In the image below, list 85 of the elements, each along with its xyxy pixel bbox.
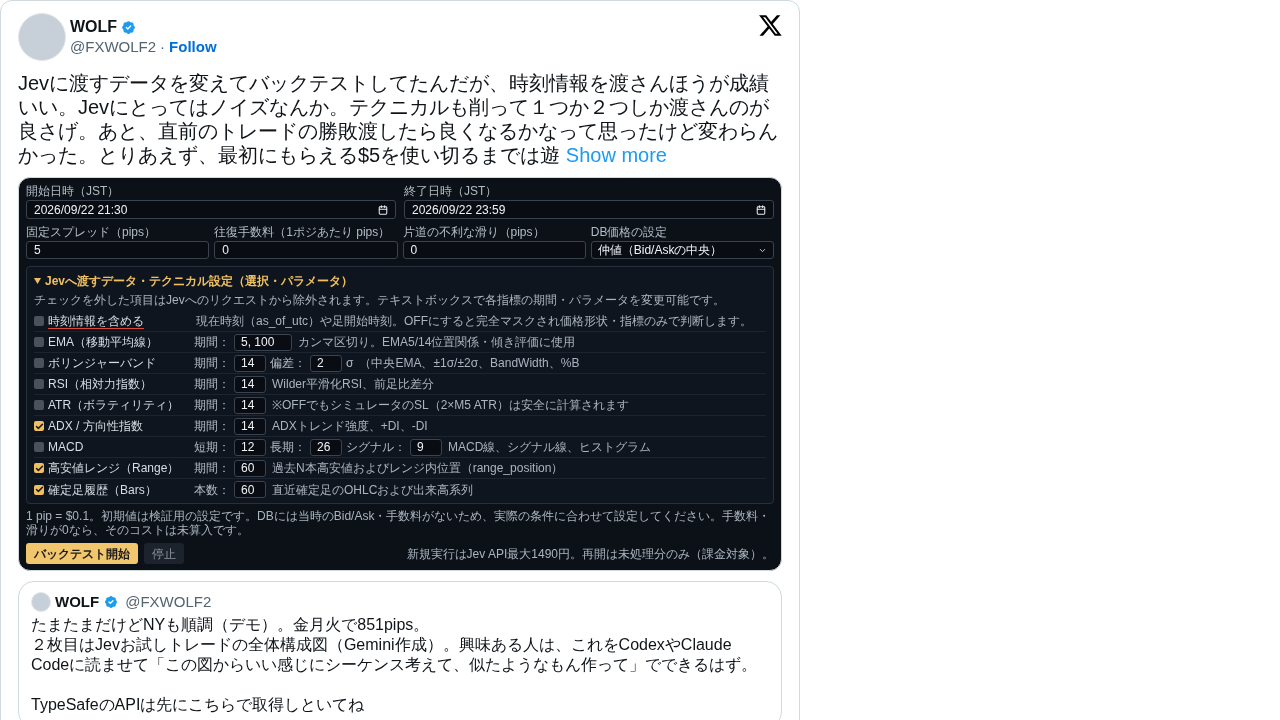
option-description: Wilder平滑化RSI、前足比差分 (272, 377, 434, 391)
option-label: 時刻情報を含める (48, 313, 144, 329)
param-input[interactable]: 60 (234, 481, 266, 498)
option-description: （中央EMA、±1σ/±2σ、BandWidth、%B (359, 356, 580, 370)
field-label: 往復手数料（1ポジあたり pips） (214, 225, 392, 239)
param-input[interactable]: 60 (234, 459, 266, 477)
field-label: 終了日時（JST） (404, 184, 499, 198)
param-unit: σ (346, 356, 354, 370)
checkmark-icon (34, 485, 44, 494)
field-label: 固定スプレッド（pips） (26, 225, 157, 239)
number-input[interactable]: 5 (26, 241, 210, 259)
param-label: 期間： (194, 335, 230, 349)
option-label: ADX / 方向性指数 (48, 419, 143, 433)
field-label: 片道の不利な滑り（pips） (402, 225, 546, 239)
checkbox[interactable] (34, 484, 44, 495)
param-input[interactable]: 2 (310, 354, 342, 372)
option-label: MACD (48, 440, 84, 454)
author-handle[interactable]: @FXWOLF2 (70, 37, 157, 57)
quoted-tweet-text: ２枚目はJevお試しトレードの全体構成図（Gemini作成）。興味ある人は、これをCodexやClaude Codeに読ませて「この図からいい感じにシーケンス考えて、似たようなもん作って」でできるはず。 (31, 635, 759, 675)
checkbox[interactable] (34, 463, 44, 473)
author-handle: @FXWOLF2 (125, 592, 212, 612)
option-label: EMA（移動平均線） (48, 335, 158, 349)
follow-link[interactable]: Follow (169, 37, 217, 57)
option-label: ボリンジャーバンド (48, 356, 156, 370)
date-input[interactable]: 2026/09/22 21:30 (26, 200, 396, 219)
panel-note: チェックを外した項目はJevへのリクエストから除外されます。テキストボックスで各指標の期間・パラメータを変更可能です。 (34, 293, 726, 307)
field-label: 開始日時（JST） (26, 184, 121, 198)
option-description: ※OFFでもシミュレータのSL（2×M5 ATR）は安全に計算されます (272, 398, 629, 412)
param-label: 期間： (194, 356, 230, 370)
param-label: 期間： (194, 398, 230, 412)
x-logo-icon[interactable] (759, 15, 782, 36)
option-label: 確定足履歴（Bars） (48, 482, 157, 497)
quoted-tweet-card[interactable]: WOLF @FXWOLF2 たまたまだけどNYも順調（デモ）。金月火で851pips。 ２枚目はJevお試しトレードの全体構成図（Gemini作成）。興味ある人は、これをCodexやClaude Codeに読ませて「この図からいい感じにシーケンス考えて、似たようなもん作って」でできるはず。 TypeSafeのAPIは先にこちらで取得しといてね (18, 581, 782, 720)
quoted-tweet-text: TypeSafeのAPIは先にこちらで取得しといてね (31, 695, 366, 715)
param-label: 本数： (194, 482, 230, 497)
param-label: 長期： (270, 440, 306, 454)
checkbox[interactable] (34, 379, 44, 389)
option-description: 過去N本高安値およびレンジ内位置（range_position） (272, 461, 564, 475)
select-dropdown[interactable]: 仲値（Bid/Askの中央） (590, 241, 774, 259)
param-input[interactable]: 14 (234, 396, 266, 414)
calendar-icon[interactable] (756, 204, 766, 215)
option-description: ADXトレンド強度、+DI、-DI (272, 419, 428, 433)
number-input[interactable]: 0 (402, 241, 586, 259)
param-input[interactable]: 5, 100 (234, 333, 292, 351)
author-name[interactable]: WOLF (70, 17, 118, 37)
param-label: 短期： (194, 440, 230, 454)
separator-dot: · (160, 37, 166, 57)
param-input[interactable]: 9 (410, 438, 442, 456)
param-label: シグナル： (346, 440, 406, 454)
option-label: ATR（ボラティリティ） (48, 398, 180, 412)
param-input[interactable]: 26 (310, 438, 342, 456)
option-description: カンマ区切り。EMA5/14位置関係・傾き評価に使用 (298, 335, 576, 349)
checkbox[interactable] (34, 337, 44, 347)
option-label: 高安値レンジ（Range） (48, 461, 180, 475)
checkbox[interactable] (34, 421, 44, 431)
checkbox[interactable] (34, 358, 44, 368)
tweet-text: Jevに渡すデータを変えてバックテストしてたんだが、時刻情報を渡さんほうが成績いい。Jevにとってはノイズなんか。テクニカルも削って１つか２つしか渡さんのが良さげ。あと、直前のトレードの勝敗渡したら良くなるかなって思ったけど変わらんかった。とりあえず、最初にもらえる$5を使い切るまでは遊 Show more (18, 71, 779, 167)
param-label: 期間： (194, 461, 230, 475)
panel-title[interactable]: Jevへ渡すデータ・テクニカル設定（選択・パラメータ） (45, 274, 354, 288)
quoted-tweet-text: たまたまだけどNYも順調（デモ）。金月火で851pips。 (31, 615, 431, 635)
param-label: 期間： (194, 377, 230, 391)
calendar-icon[interactable] (378, 204, 388, 215)
caret-icon[interactable] (34, 278, 41, 284)
option-description: 直近確定足のOHLCおよび出来高系列 (272, 482, 474, 497)
checkbox[interactable] (34, 442, 44, 452)
start-button[interactable]: バックテスト開始 (26, 543, 138, 564)
checkbox[interactable] (34, 316, 44, 326)
param-input[interactable]: 12 (234, 438, 266, 456)
checkmark-icon (34, 421, 44, 431)
param-label: 偏差： (270, 356, 306, 370)
option-description: MACD線、シグナル線、ヒストグラム (448, 440, 652, 454)
date-input[interactable]: 2026/09/22 23:59 (404, 200, 774, 219)
param-input[interactable]: 14 (234, 417, 266, 435)
cost-note: 新規実行はJev API最大1490円。再開は未処理分のみ（課金対象）。 (406, 546, 774, 561)
param-input[interactable]: 14 (234, 354, 266, 372)
number-input[interactable]: 0 (214, 241, 398, 259)
footnote: 1 pip = $0.1。初期値は検証用の設定です。DBには当時のBid/Ask・手数料がないため、実際の条件に合わせて設定してください。手数料・滑りが0なら、そのコストは未算入です。 (26, 509, 772, 537)
param-label: 期間： (194, 419, 230, 433)
option-label: RSI（相対力指数） (48, 377, 152, 391)
checkmark-icon (34, 463, 44, 473)
option-description: 現在時刻（as_of_utc）や足開始時刻。OFFにすると完全マスクされ価格形状・指標のみで判断します。 (196, 314, 753, 328)
field-label: DB価格の設定 (590, 225, 669, 239)
author-name: WOLF (55, 592, 100, 612)
param-input[interactable]: 14 (234, 375, 266, 393)
checkbox[interactable] (34, 400, 44, 410)
